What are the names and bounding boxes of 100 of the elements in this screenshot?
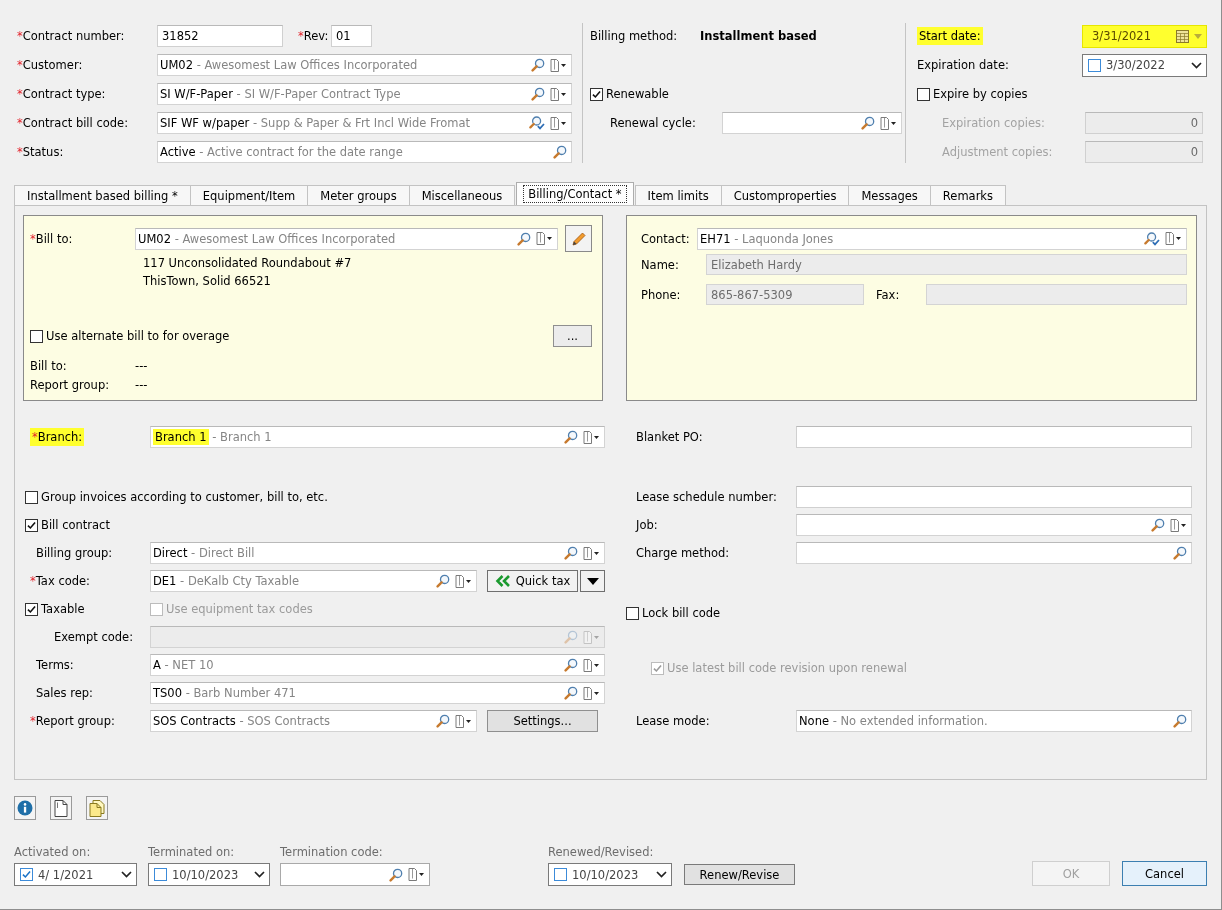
chevron-down-icon[interactable] [656,871,667,878]
renew-revise-button[interactable]: Renew/Revise [684,864,795,885]
checkbox[interactable] [917,87,930,101]
search-check-icon[interactable] [1144,231,1160,246]
date-picker[interactable]: 3/31/2021 [1082,24,1207,48]
search-icon[interactable] [1173,546,1187,560]
document-dropdown-icon[interactable] [550,87,567,101]
tab[interactable]: Meter groups [307,185,410,205]
text-field[interactable] [796,426,1192,448]
text-field[interactable] [926,284,1187,305]
document-dropdown-icon[interactable] [583,430,600,444]
checkbox[interactable] [626,606,639,620]
settings-button[interactable]: Settings... [487,710,598,732]
checkbox[interactable] [554,868,567,881]
checkbox-label: Renewable [606,87,669,101]
address-line: ThisTown, Solid 66521 [143,274,271,288]
date-picker[interactable]: 10/10/2023 [548,863,672,886]
dropdown-button[interactable] [580,570,605,592]
tab[interactable]: Equipment/Item [189,185,309,205]
field-label: Start date: [917,27,983,45]
edit-button[interactable] [565,225,592,252]
text-field[interactable]: 865-867-5309 [706,284,864,305]
checkbox[interactable] [590,87,603,101]
toolbar-button[interactable] [14,796,36,820]
caret-icon[interactable] [1194,33,1202,39]
toolbar-button[interactable] [50,796,72,820]
document-dropdown-icon[interactable] [583,546,600,560]
document-dropdown-icon[interactable] [536,232,553,245]
lookup-field[interactable]: None - No extended information. [796,710,1192,732]
lookup-field[interactable]: SI W/F-Paper - SI W/F-Paper Contract Type [157,83,572,105]
quick-tax-button[interactable]: Quick tax [487,570,578,592]
lookup-field[interactable]: TS00 - Barb Number 471 [150,682,605,704]
checkbox[interactable] [30,329,43,343]
tab[interactable]: Miscellaneous [408,185,516,205]
search-icon[interactable] [531,58,545,72]
lookup-field[interactable]: Branch 1 - Branch 1 [150,426,605,448]
document-dropdown-icon[interactable] [408,868,425,881]
tab[interactable]: Installment based billing * [14,185,191,205]
lookup-field[interactable] [796,542,1192,564]
search-icon[interactable] [436,714,450,728]
search-icon[interactable] [531,87,545,101]
search-check-icon[interactable] [529,116,545,130]
checkbox[interactable] [20,868,33,881]
search-icon[interactable] [564,658,578,672]
checkbox[interactable] [154,868,167,881]
text-field[interactable]: 31852 [157,25,283,47]
lookup-field[interactable]: Active - Active contract for the date range [157,141,572,163]
search-icon[interactable] [1151,518,1165,532]
field-label: Lease mode: [636,713,710,729]
search-icon[interactable] [517,231,531,246]
tab[interactable]: Item limits [634,185,722,205]
field-label: *Rev: [298,28,329,44]
date-picker[interactable]: 3/30/2022 [1082,53,1207,77]
checkbox[interactable] [1088,58,1101,72]
checkbox[interactable] [25,490,38,504]
search-icon[interactable] [564,686,578,700]
document-dropdown-icon[interactable] [1165,232,1182,245]
lookup-field[interactable]: UM02 - Awesomest Law Offices Incorporated [157,54,572,76]
calendar-icon[interactable] [1176,29,1189,43]
lookup-field[interactable]: Direct - Direct Bill [150,542,605,564]
document-dropdown-icon[interactable] [583,658,600,672]
chevron-down-icon[interactable] [1191,61,1202,69]
lookup-field[interactable] [796,514,1192,536]
document-dropdown-icon[interactable] [455,574,472,588]
date-picker[interactable]: 10/10/2023 [148,863,270,886]
chevron-down-icon[interactable] [121,871,132,878]
text-field[interactable]: Elizabeth Hardy [706,254,1187,275]
checkbox[interactable] [25,602,38,616]
chevron-down-icon[interactable] [254,871,265,878]
date-picker[interactable]: 4/ 1/2021 [14,863,137,886]
text-field[interactable] [796,486,1192,508]
text-field[interactable]: 01 [331,25,372,47]
tab[interactable]: Customproperties [720,185,850,205]
search-icon[interactable] [389,867,403,882]
lookup-field[interactable]: DE1 - DeKalb Cty Taxable [150,570,477,592]
search-icon[interactable] [861,116,875,130]
lookup-field[interactable] [280,863,430,886]
document-dropdown-icon[interactable] [1170,518,1187,532]
tab[interactable]: Remarks [929,185,1006,205]
lookup-field[interactable] [722,112,902,134]
search-icon[interactable] [1173,714,1187,728]
document-dropdown-icon[interactable] [550,58,567,72]
tab[interactable]: Messages [848,185,931,205]
search-icon[interactable] [436,574,450,588]
document-dropdown-icon[interactable] [583,686,600,700]
document-dropdown-icon[interactable] [880,116,897,130]
more-button[interactable]: ... [553,325,592,347]
tab[interactable]: Billing/Contact * [516,182,634,205]
lookup-field[interactable]: SIF WF w/paper - Supp & Paper & Frt Incl Wide Fromat [157,112,572,134]
search-icon[interactable] [553,145,567,159]
lookup-field[interactable]: A - NET 10 [150,654,605,676]
lookup-field[interactable]: UM02 - Awesomest Law Offices Incorporated [135,227,558,250]
search-icon[interactable] [564,430,578,444]
search-icon[interactable] [564,546,578,560]
lookup-field[interactable]: SOS Contracts - SOS Contracts [150,710,477,732]
checkbox[interactable] [25,518,38,532]
dialog-button[interactable]: Cancel [1122,861,1207,886]
lookup-field[interactable]: EH71 - Laquonda Jones [697,227,1187,250]
document-dropdown-icon[interactable] [455,714,472,728]
document-dropdown-icon[interactable] [550,116,567,130]
